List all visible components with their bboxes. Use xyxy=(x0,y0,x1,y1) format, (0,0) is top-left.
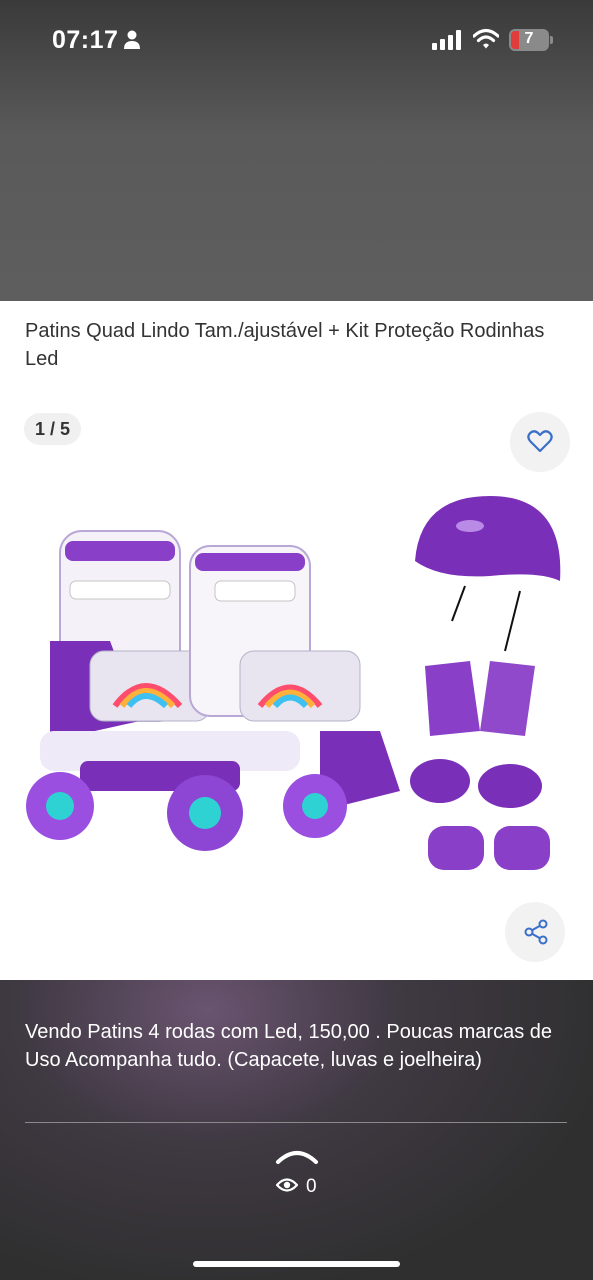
product-image[interactable] xyxy=(20,491,580,891)
chevron-up-icon[interactable] xyxy=(275,1146,319,1166)
favorite-button[interactable] xyxy=(510,412,570,472)
listing-description: Vendo Patins 4 rodas com Led, 150,00 . P… xyxy=(25,1021,552,1071)
battery-icon: 7 xyxy=(509,29,553,51)
person-icon xyxy=(124,30,140,49)
heart-icon xyxy=(527,430,553,453)
home-indicator[interactable] xyxy=(193,1261,400,1267)
listing-card: Patins Quad Lindo Tam./ajustável + Kit P… xyxy=(0,301,593,980)
helmet xyxy=(415,496,561,652)
wifi-icon xyxy=(473,28,499,49)
elbow-pads xyxy=(428,826,550,870)
knee-pads xyxy=(410,759,542,808)
top-backdrop: 07:17 7 xyxy=(0,0,593,301)
view-count: 0 xyxy=(306,1176,317,1197)
battery-level: 7 xyxy=(524,30,534,47)
share-button[interactable] xyxy=(505,902,565,962)
status-bar: 07:17 7 xyxy=(0,0,593,80)
description-panel: Vendo Patins 4 rodas com Led, 150,00 . P… xyxy=(0,980,593,1280)
wrist-guards xyxy=(425,661,535,736)
divider xyxy=(25,1122,567,1123)
listing-title: Patins Quad Lindo Tam./ajustável + Kit P… xyxy=(25,320,545,370)
share-icon xyxy=(524,919,548,945)
eye-icon xyxy=(276,1178,298,1192)
image-counter: 1 / 5 xyxy=(24,413,82,445)
signal-icon xyxy=(432,30,461,50)
status-time: 07:17 xyxy=(52,26,119,54)
